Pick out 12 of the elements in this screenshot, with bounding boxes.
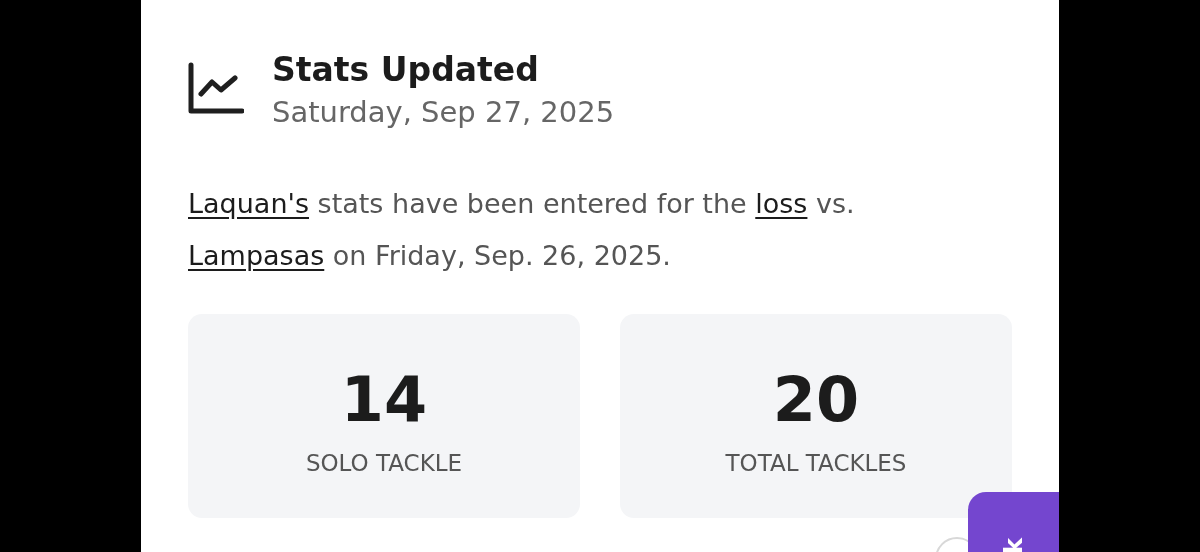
message-link[interactable]: Laquan's <box>188 188 309 219</box>
message-text: Laquan's stats have been entered for the loss vs. Lampasas on Friday, Sep. 26, 2025. <box>188 187 856 273</box>
message-link[interactable]: loss <box>755 188 808 219</box>
stat-value: 20 <box>772 362 860 438</box>
stat-label: TOTAL TACKLES <box>725 449 907 478</box>
stat-label: SOLO TACKLE <box>305 449 463 478</box>
notification-date: Saturday, Sep 27, 2025 <box>272 94 615 131</box>
notification-title: Stats Updated <box>272 50 540 90</box>
side-tab[interactable]: k <box>968 492 1059 552</box>
stat-value: 14 <box>340 362 428 438</box>
chart-icon <box>188 62 244 114</box>
message-link[interactable]: Lampasas <box>188 240 325 271</box>
